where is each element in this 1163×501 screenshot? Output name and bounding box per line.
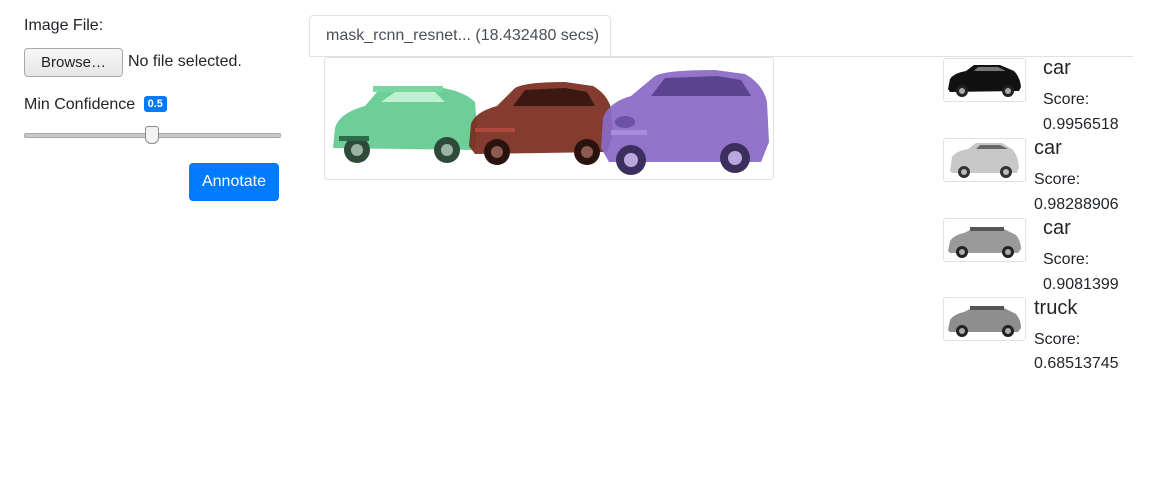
- min-confidence-text: Min Confidence: [24, 96, 136, 113]
- detection-label: car: [1034, 137, 1062, 159]
- annotate-button[interactable]: Annotate: [189, 163, 279, 201]
- tab-label: mask_rcnn_resnet... (18.432480 secs): [326, 26, 600, 44]
- detection-score: 0.68513745: [1034, 355, 1119, 372]
- confidence-slider-thumb[interactable]: [145, 126, 159, 144]
- car-mask-maroon: [469, 82, 613, 165]
- browse-button[interactable]: Browse…: [24, 48, 123, 77]
- detection-thumbnail: [943, 297, 1026, 341]
- detection-label: car: [1043, 57, 1071, 79]
- car-thumbnail-image: [950, 143, 1019, 178]
- annotated-image: [324, 57, 774, 180]
- image-file-label: Image File:: [24, 17, 104, 34]
- car-thumbnail-image: [948, 306, 1021, 337]
- detection-score-label: Score:: [1034, 171, 1081, 188]
- tab-model-result[interactable]: mask_rcnn_resnet... (18.432480 secs): [309, 15, 611, 56]
- detection-thumbnail: [943, 58, 1026, 102]
- detection-score: 0.98288906: [1034, 196, 1119, 213]
- min-confidence-label: Min Confidence 0.5: [24, 96, 167, 114]
- detection-score: 0.9956518: [1043, 116, 1119, 133]
- detection-label: truck: [1034, 297, 1078, 319]
- detection-score-label: Score:: [1034, 331, 1081, 348]
- detection-thumbnail: [943, 138, 1026, 182]
- detection-score-label: Score:: [1043, 91, 1090, 108]
- file-status-text: No file selected.: [128, 53, 242, 70]
- car-thumbnail-image: [948, 227, 1021, 258]
- car-thumbnail-image: [948, 65, 1021, 97]
- detection-label: car: [1043, 217, 1071, 239]
- detection-thumbnail: [943, 218, 1026, 262]
- car-mask-purple: [601, 70, 769, 175]
- detection-score-label: Score:: [1043, 251, 1090, 268]
- annotated-image-canvas: [333, 70, 769, 175]
- confidence-value-badge: 0.5: [143, 96, 167, 112]
- car-mask-green: [333, 86, 477, 163]
- detection-score: 0.9081399: [1043, 276, 1119, 293]
